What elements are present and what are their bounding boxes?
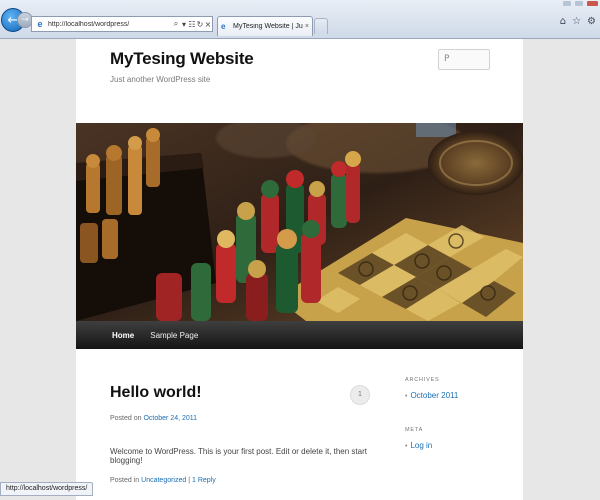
search-icon[interactable]: ⌕ [172, 19, 180, 29]
gear-icon[interactable]: ⚙ [587, 16, 596, 27]
favorites-star-icon[interactable]: ☆ [572, 16, 581, 27]
meta-item[interactable]: • Log in [405, 441, 432, 450]
search-icon: P [444, 54, 450, 64]
ie-icon: e [221, 22, 226, 31]
reply-link[interactable]: 1 Reply [192, 477, 216, 484]
stop-icon[interactable]: × [204, 20, 212, 29]
compatibility-icon[interactable]: ☷ [188, 20, 196, 29]
wordpress-page: MyTesing Website Just another WordPress … [76, 39, 523, 500]
site-description: Just another WordPress site [110, 75, 211, 84]
nav-item-home[interactable]: Home [104, 331, 142, 340]
bullet-icon: • [405, 393, 408, 400]
meta-widget-title: META [405, 427, 424, 433]
browser-tools: ⌂ ☆ ⚙ [560, 16, 596, 27]
archive-item-label[interactable]: October 2011 [410, 391, 458, 400]
post-title[interactable]: Hello world! [110, 384, 202, 402]
browser-viewport: MyTesing Website Just another WordPress … [0, 39, 600, 500]
browser-window: ← → e http://localhost/wordpress/ ⌕ ▾ ☷ … [0, 0, 600, 500]
arrow-right-icon: → [21, 14, 29, 25]
close-icon[interactable]: × [305, 23, 309, 30]
tab-mytesing-website[interactable]: e MyTesing Website | Just an... × [217, 16, 313, 36]
comment-count-bubble[interactable]: 1 [350, 385, 370, 405]
post-meta: Posted on October 24, 2011 [110, 415, 197, 422]
posted-in-label: Posted in [110, 477, 140, 484]
bullet-icon: • [405, 443, 408, 450]
ie-icon: e [37, 19, 43, 29]
meta-item-label[interactable]: Log in [410, 441, 432, 450]
footer-separator: | [188, 477, 191, 484]
window-controls [563, 1, 598, 6]
post-body: Welcome to WordPress. This is your first… [110, 447, 367, 465]
address-url[interactable]: http://localhost/wordpress/ [48, 21, 172, 28]
chess-photo [76, 123, 523, 321]
minimize-button[interactable] [563, 1, 571, 6]
new-tab-button[interactable] [314, 18, 328, 34]
tab-title: MyTesing Website | Just an... [233, 23, 303, 30]
dropdown-icon[interactable]: ▾ [180, 20, 188, 29]
status-bar: http://localhost/wordpress/ [0, 482, 94, 496]
post-date-link[interactable]: October 24, 2011 [143, 415, 197, 422]
posted-on-label: Posted on [110, 415, 142, 422]
post-footer: Posted in Uncategorized | 1 Reply [110, 477, 216, 484]
close-window-button[interactable] [587, 1, 598, 6]
home-icon[interactable]: ⌂ [560, 16, 566, 27]
refresh-icon[interactable]: ↻ [196, 20, 204, 29]
site-title[interactable]: MyTesing Website [110, 49, 254, 69]
maximize-button[interactable] [575, 1, 583, 6]
main-navigation: Home Sample Page [76, 321, 523, 349]
category-link[interactable]: Uncategorized [141, 477, 186, 484]
address-bar[interactable]: e http://localhost/wordpress/ ⌕ ▾ ☷ ↻ × [31, 16, 213, 32]
archives-widget-title: ARCHIVES [405, 377, 440, 383]
nav-item-sample-page[interactable]: Sample Page [142, 331, 206, 340]
header-image-chess[interactable] [76, 123, 523, 321]
search-input[interactable]: P [438, 49, 490, 70]
archive-item[interactable]: • October 2011 [405, 391, 458, 400]
browser-toolbar: ← → e http://localhost/wordpress/ ⌕ ▾ ☷ … [0, 0, 600, 39]
